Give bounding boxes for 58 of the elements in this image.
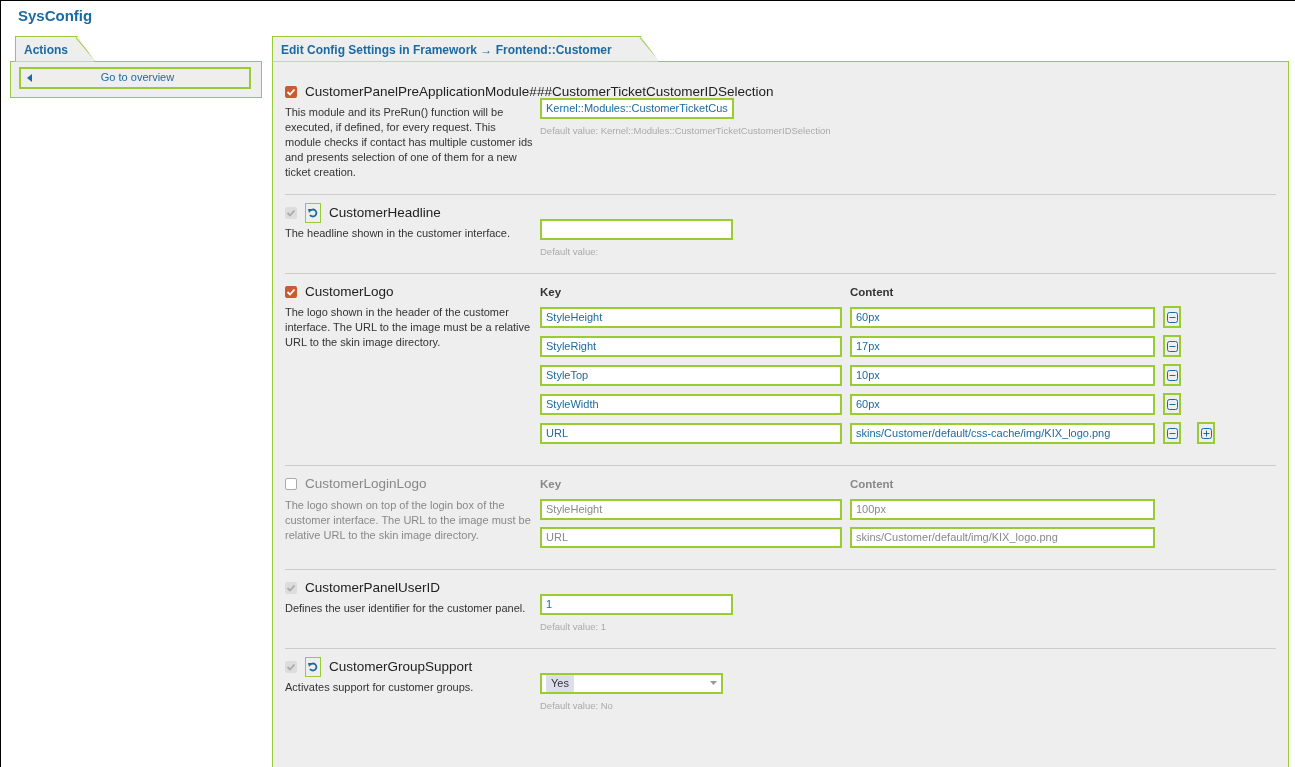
default-value: Default value:	[540, 244, 600, 259]
remove-button[interactable]	[1163, 364, 1181, 387]
remove-button[interactable]	[1163, 306, 1181, 329]
setting-description: This module and its PreRun() function will be executed, if defined, for every request. This module checks if contact has multiple customer ids and presents selection of one of them for a new ticket creation.	[285, 104, 534, 180]
caret-icon	[710, 681, 717, 686]
left-arrow-icon	[27, 73, 32, 82]
text-field[interactable]: Kernel::Modules::CustomerTicketCus	[540, 97, 734, 119]
column-header: Key	[540, 477, 563, 493]
setting-description: Defines the user identifier for the customer panel.	[285, 600, 527, 616]
content-field[interactable]: 60px	[850, 306, 1155, 328]
setting-name: CustomerLoginLogo	[305, 475, 427, 494]
remove-button[interactable]	[1163, 422, 1181, 445]
default-value: Default value: No	[540, 698, 614, 713]
setting-name: CustomerLogo	[305, 283, 394, 301]
panel-tab[interactable]: Edit Config Settings in Framework → Frontend::Customer	[272, 35, 659, 62]
content-field[interactable]: skins/Customer/default/img/KIX_logo.png	[850, 526, 1155, 548]
key-field[interactable]: StyleTop	[540, 364, 842, 386]
column-header: Content	[850, 285, 894, 300]
minus-icon	[1166, 340, 1178, 352]
key-field[interactable]: URL	[540, 526, 842, 548]
reset-icon	[308, 661, 318, 672]
key-field[interactable]: StyleHeight	[540, 498, 842, 520]
text-field[interactable]	[540, 218, 733, 240]
minus-icon	[1166, 427, 1178, 439]
minus-icon	[1166, 311, 1178, 323]
setting-description: Activates support for customer groups.	[285, 680, 475, 695]
setting-name: CustomerPanelUserID	[305, 578, 441, 597]
key-field[interactable]: StyleWidth	[540, 393, 842, 415]
checkbox[interactable]	[285, 286, 297, 299]
setting-name: CustomerGroupSupport	[329, 657, 473, 676]
plus-icon	[1200, 427, 1212, 439]
checkbox[interactable]	[285, 85, 297, 98]
key-field[interactable]: StyleRight	[540, 335, 842, 357]
app-title: SysConfig	[18, 6, 94, 26]
content-field[interactable]: 60px	[850, 393, 1155, 415]
minus-icon	[1166, 398, 1178, 410]
setting-description: The headline shown in the customer interface.	[285, 226, 512, 241]
content-field[interactable]: 17px	[850, 335, 1155, 357]
checkbox[interactable]	[285, 478, 297, 491]
content-field[interactable]: 10px	[850, 364, 1155, 386]
default-value: Default value: 1	[540, 619, 607, 634]
setting-description: The logo shown in the header of the customer interface. The URL to the image must be a relative URL to the skin image directory.	[285, 305, 532, 351]
reset-icon	[308, 207, 318, 218]
key-field[interactable]: StyleHeight	[540, 306, 842, 328]
content-field[interactable]: 100px	[850, 498, 1155, 520]
remove-button[interactable]	[1163, 335, 1181, 358]
column-header: Key	[540, 285, 563, 300]
sidebar-tab[interactable]: Actions	[15, 35, 95, 62]
setting-description: The logo shown on top of the login box of the customer interface. The URL to the image must be relative URL to the skin image directory.	[285, 497, 532, 543]
default-value: Default value: Kernel::Modules::CustomerTicketCustomerIDSelection	[540, 123, 832, 138]
content-field[interactable]: skins/Customer/default/css-cache/img/KIX_logo.png	[850, 422, 1155, 444]
overview-button[interactable]: Go to overview	[19, 66, 251, 89]
setting-name: CustomerHeadline	[329, 203, 441, 222]
remove-button[interactable]	[1163, 393, 1181, 416]
add-button[interactable]	[1197, 422, 1215, 445]
key-field[interactable]: URL	[540, 422, 842, 444]
minus-icon	[1166, 369, 1178, 381]
column-header: Content	[850, 477, 894, 493]
